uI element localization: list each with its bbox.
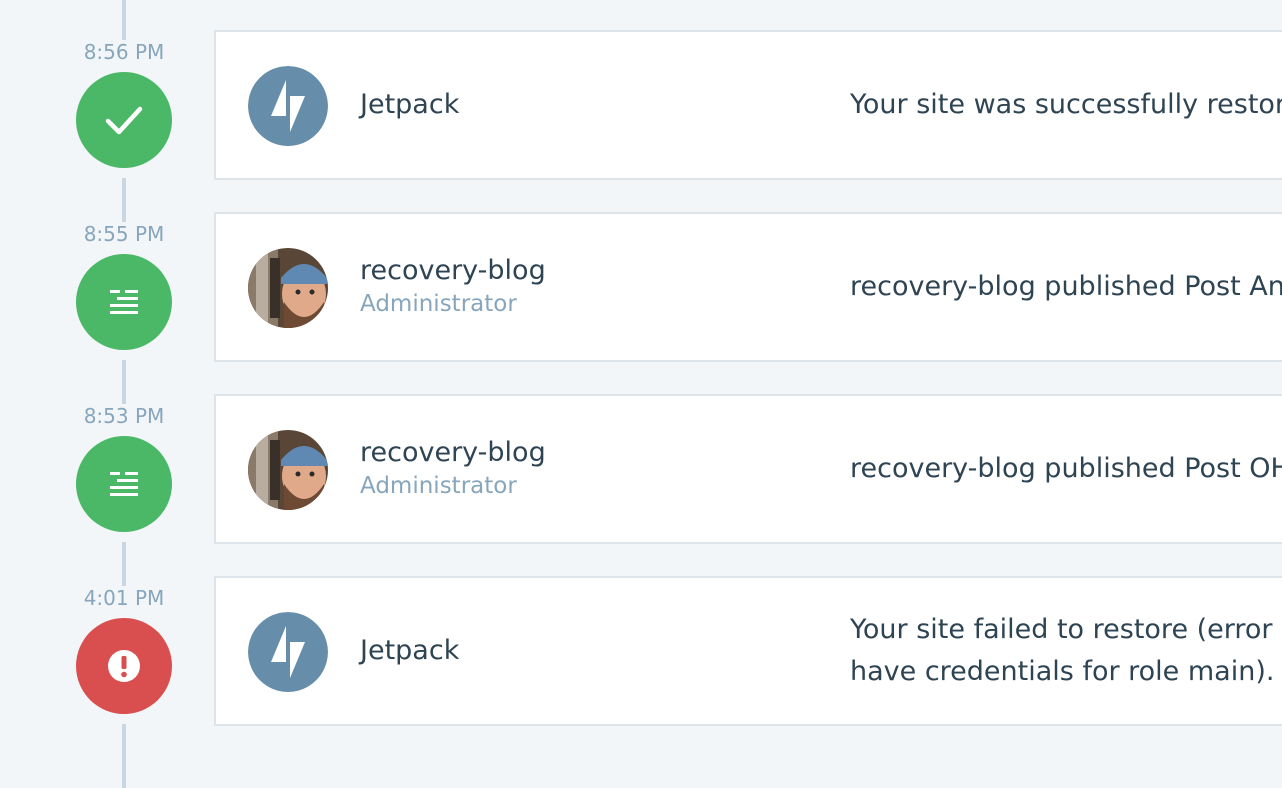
alert-icon [108,650,140,682]
event-actor: Jetpack [360,578,459,724]
actor-role: Administrator [360,291,517,317]
actor-name[interactable]: Jetpack [360,634,459,668]
activity-event: 8:55 PM recovery-blog Administrator reco… [0,212,1282,366]
post-icon [110,290,138,314]
status-post-badge [76,436,172,532]
activity-event: 4:01 PM Jetpack Your site failed to rest… [0,576,1282,730]
event-actor: recovery-blog Administrator [360,396,546,542]
activity-event: 8:53 PM recovery-blog Administrator reco… [0,394,1282,548]
event-card[interactable]: recovery-blog Administrator recovery-blo… [214,212,1282,362]
status-post-badge [76,254,172,350]
event-time: 4:01 PM [64,586,184,610]
jetpack-logo-icon [248,66,328,146]
event-description: Your site was successfully restored [850,89,1282,120]
user-avatar[interactable] [248,248,328,328]
user-avatar[interactable] [248,430,328,510]
event-card[interactable]: Jetpack Your site failed to restore (err… [214,576,1282,726]
activity-log: 8:56 PM Jetpack Your site was successful… [0,0,1282,788]
actor-name[interactable]: Jetpack [360,88,459,122]
event-time: 8:56 PM [64,40,184,64]
event-description: recovery-blog published Post OH [850,453,1282,484]
event-time: 8:53 PM [64,404,184,428]
event-description: recovery-blog published Post An [850,271,1282,302]
activity-event: 8:56 PM Jetpack Your site was successful… [0,30,1282,184]
event-card[interactable]: recovery-blog Administrator recovery-blo… [214,394,1282,544]
actor-name[interactable]: recovery-blog [360,254,546,288]
jetpack-logo-icon [248,612,328,692]
post-icon [110,472,138,496]
status-success-badge [76,72,172,168]
actor-name[interactable]: recovery-blog [360,436,546,470]
status-error-badge [76,618,172,714]
checkmark-icon [105,106,143,135]
actor-role: Administrator [360,473,517,499]
event-actor: Jetpack [360,32,459,178]
event-description: Your site failed to restore (error 1 hav… [850,614,1282,687]
event-card[interactable]: Jetpack Your site was successfully resto… [214,30,1282,180]
event-time: 8:55 PM [64,222,184,246]
event-actor: recovery-blog Administrator [360,214,546,360]
